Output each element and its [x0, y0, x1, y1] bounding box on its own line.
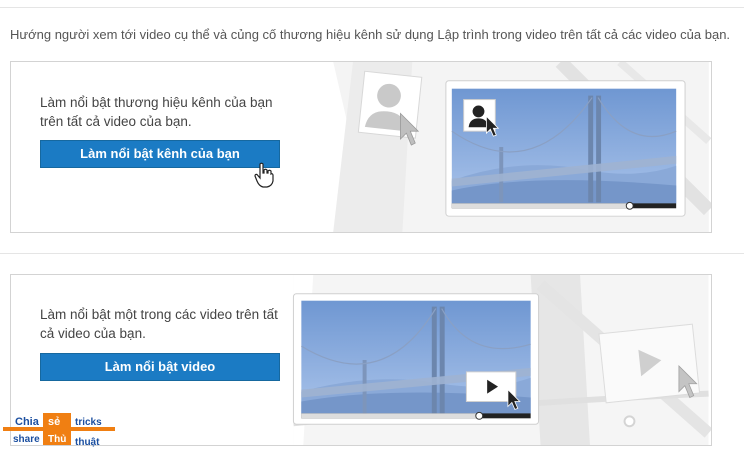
- section-divider: [0, 253, 744, 254]
- top-rule: [0, 7, 744, 8]
- svg-text:share: share: [13, 434, 40, 445]
- video-preview-illustration: [292, 275, 711, 445]
- intro-text: Hướng người xem tới video cụ thể và củng…: [10, 27, 731, 42]
- svg-text:thuật: thuật: [75, 437, 100, 448]
- svg-text:tricks: tricks: [75, 417, 102, 428]
- feature-video-button[interactable]: Làm nổi bật video: [40, 353, 280, 381]
- featured-video-card: Làm nổi bật một trong các video trên tất…: [10, 274, 712, 446]
- svg-text:Thủ: Thủ: [48, 434, 66, 445]
- svg-text:Chia: Chia: [15, 416, 40, 428]
- channel-branding-description: Làm nổi bật thương hiệu kênh của bạn trê…: [40, 95, 273, 129]
- channel-branding-card: Làm nổi bật thương hiệu kênh của bạn trê…: [10, 61, 712, 233]
- hand-cursor-icon: [254, 162, 274, 188]
- svg-text:sẻ: sẻ: [48, 416, 60, 428]
- channel-preview-illustration: [333, 62, 711, 232]
- feature-channel-button[interactable]: Làm nổi bật kênh của bạn: [40, 140, 280, 168]
- featured-video-description: Làm nổi bật một trong các video trên tất…: [40, 307, 278, 341]
- site-watermark-logo: Chia sẻ tricks share Thủ thuật: [3, 413, 115, 448]
